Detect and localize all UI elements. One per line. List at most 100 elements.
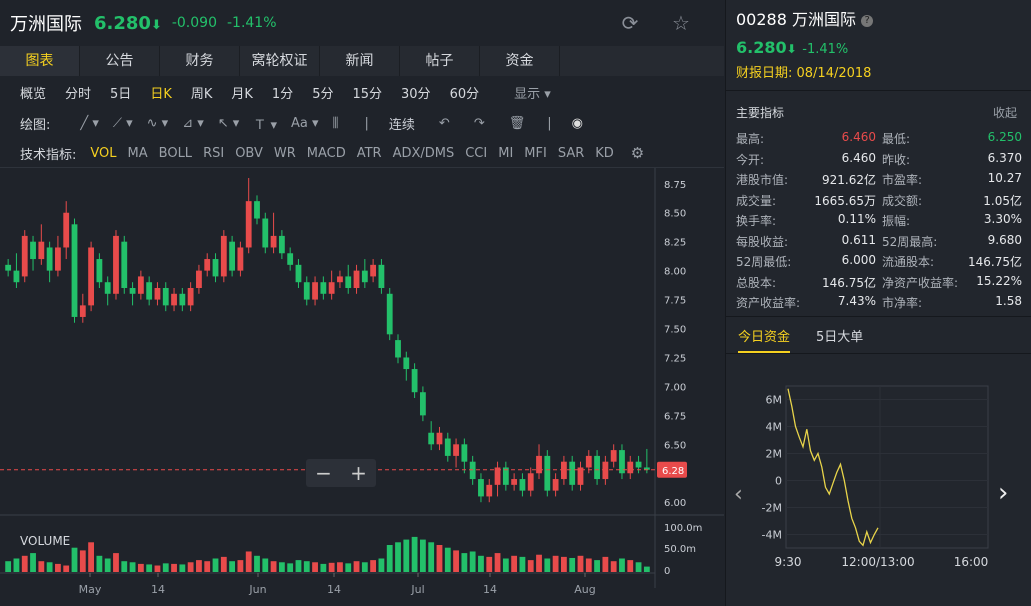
tab-5day-orders[interactable]: 5日大单 bbox=[816, 326, 863, 345]
fund-flow-line bbox=[787, 388, 879, 547]
eye-icon[interactable]: ◉ bbox=[572, 116, 583, 131]
indicator-label: 技术指标: bbox=[20, 147, 77, 163]
indicator-boll[interactable]: BOLL bbox=[159, 146, 192, 161]
tab-5[interactable]: 帖子 bbox=[400, 46, 480, 76]
volume-bar bbox=[88, 542, 94, 572]
text-tool-icon[interactable]: Ｔ ▾ bbox=[253, 114, 277, 133]
period-4[interactable]: 周K bbox=[191, 83, 213, 102]
font-tool-icon[interactable]: Aa ▾ bbox=[291, 116, 319, 131]
metric-label: 市净率: bbox=[882, 296, 923, 310]
candle-body bbox=[544, 455, 551, 491]
metric-row: 港股市值: 921.62亿 bbox=[736, 171, 876, 188]
indicator-mi[interactable]: MI bbox=[498, 146, 513, 161]
fib-tool-icon[interactable]: ⊿ ▾ bbox=[182, 116, 204, 131]
separator-icon: | bbox=[364, 115, 369, 131]
candle-body bbox=[63, 212, 70, 248]
indicator-sar[interactable]: SAR bbox=[558, 146, 584, 161]
metric-value: 146.75亿 bbox=[822, 275, 876, 290]
candle-body bbox=[428, 432, 435, 445]
candle-tool-icon[interactable]: ⫼ bbox=[333, 116, 339, 131]
tab-4[interactable]: 新闻 bbox=[320, 46, 400, 76]
indicator-mfi[interactable]: MFI bbox=[524, 146, 547, 161]
volume-bar bbox=[237, 560, 244, 572]
metric-row: 市净率: 1.58 bbox=[882, 294, 1022, 311]
price-tick-label: 7.75 bbox=[664, 296, 686, 307]
period-7[interactable]: 5分 bbox=[312, 83, 333, 102]
indicator-kd[interactable]: KD bbox=[595, 146, 614, 161]
volume-bar bbox=[569, 557, 576, 572]
indicator-rsi[interactable]: RSI bbox=[203, 146, 224, 161]
separator-icon: | bbox=[547, 115, 552, 131]
candle-body bbox=[635, 461, 642, 468]
period-3[interactable]: 日K bbox=[150, 83, 172, 102]
candle-body bbox=[337, 276, 343, 283]
tab-today-funds[interactable]: 今日资金 bbox=[738, 326, 791, 353]
trash-icon[interactable]: 🗑 bbox=[509, 116, 526, 131]
tab-3[interactable]: 窝轮权证 bbox=[240, 46, 320, 76]
undo-icon[interactable]: ↶ bbox=[439, 116, 450, 131]
kline-chart[interactable]: 8.75 8.50 8.25 8.00 7.75 7.50 7.25 7.00 6.75 6.50… bbox=[0, 168, 724, 606]
volume-bar bbox=[370, 560, 377, 572]
metric-row: 资产收益率: 7.43% bbox=[736, 294, 876, 311]
period-9[interactable]: 30分 bbox=[401, 83, 431, 102]
metric-row: 总股本: 146.75亿 bbox=[736, 274, 876, 291]
indicator-macd[interactable]: MACD bbox=[307, 146, 346, 161]
continuous-toggle[interactable]: 连续 bbox=[389, 114, 415, 133]
indicator-vol[interactable]: VOL bbox=[90, 146, 116, 161]
zoom-out-icon[interactable]: − bbox=[315, 461, 332, 485]
candle-body bbox=[303, 282, 310, 300]
fund-y-label: -2M bbox=[762, 502, 782, 515]
candle-body bbox=[154, 288, 161, 300]
metric-value: 9.680 bbox=[987, 232, 1022, 247]
period-0[interactable]: 概览 bbox=[20, 83, 46, 102]
candle-body bbox=[71, 224, 78, 317]
period-1[interactable]: 分时 bbox=[65, 83, 91, 102]
volume-bar bbox=[162, 563, 169, 572]
indicator-adx-dms[interactable]: ADX/DMS bbox=[393, 146, 455, 161]
volume-bar bbox=[270, 561, 277, 572]
volume-bar bbox=[171, 563, 177, 572]
indicator-cci[interactable]: CCI bbox=[465, 146, 487, 161]
candle-body bbox=[353, 270, 360, 288]
tab-1[interactable]: 公告 bbox=[80, 46, 160, 76]
settings-gear-icon[interactable]: ⚙ bbox=[631, 144, 644, 162]
metric-row: 今开: 6.460 bbox=[736, 151, 876, 168]
indicator-atr[interactable]: ATR bbox=[357, 146, 382, 161]
period-2[interactable]: 5日 bbox=[110, 83, 131, 102]
redo-icon[interactable]: ↷ bbox=[474, 116, 485, 131]
volume-bar bbox=[561, 556, 567, 572]
period-8[interactable]: 15分 bbox=[352, 83, 382, 102]
polyline-tool-icon[interactable]: ⟋ ▾ bbox=[113, 116, 133, 131]
arrow-tool-icon[interactable]: ↖ ▾ bbox=[218, 116, 240, 131]
indicator-obv[interactable]: OBV bbox=[235, 146, 263, 161]
tab-6[interactable]: 资金 bbox=[480, 46, 560, 76]
period-11[interactable]: 显示 ▾ bbox=[514, 83, 551, 102]
fund-y-label: 0 bbox=[775, 475, 782, 488]
star-icon[interactable]: ☆ bbox=[670, 12, 692, 34]
period-5[interactable]: 月K bbox=[231, 83, 253, 102]
metric-label: 每股收益: bbox=[736, 234, 789, 249]
indicator-wr[interactable]: WR bbox=[274, 146, 296, 161]
collapse-button[interactable]: 收起 bbox=[993, 104, 1017, 121]
indicator-ma[interactable]: MA bbox=[128, 146, 148, 161]
indicator-bar: 技术指标: VOL MA BOLL RSI OBV WR MACD ATR ADX/DMS CCI M… bbox=[0, 140, 724, 166]
wave-tool-icon[interactable]: ∿ ▾ bbox=[147, 116, 169, 131]
metric-label: 资产收益率: bbox=[736, 296, 801, 310]
candle-body bbox=[137, 276, 144, 294]
refresh-icon[interactable]: ⟳ bbox=[619, 12, 641, 34]
candle-body bbox=[561, 461, 567, 480]
tab-0[interactable]: 图表 bbox=[0, 46, 80, 76]
zoom-in-icon[interactable]: + bbox=[350, 461, 367, 485]
volume-bar bbox=[146, 564, 153, 572]
candle-body bbox=[552, 479, 559, 491]
metric-row: 昨收: 6.370 bbox=[882, 151, 1022, 168]
help-icon[interactable]: ? bbox=[861, 14, 874, 27]
tab-2[interactable]: 财务 bbox=[160, 46, 240, 76]
period-10[interactable]: 60分 bbox=[450, 83, 480, 102]
candle-body bbox=[345, 276, 352, 288]
price-tick-label: 8.75 bbox=[664, 180, 686, 191]
period-6[interactable]: 1分 bbox=[272, 83, 293, 102]
candle-body bbox=[79, 305, 86, 317]
line-tool-icon[interactable]: ╱ ▾ bbox=[80, 116, 98, 131]
metric-label: 52周最低: bbox=[736, 255, 792, 269]
